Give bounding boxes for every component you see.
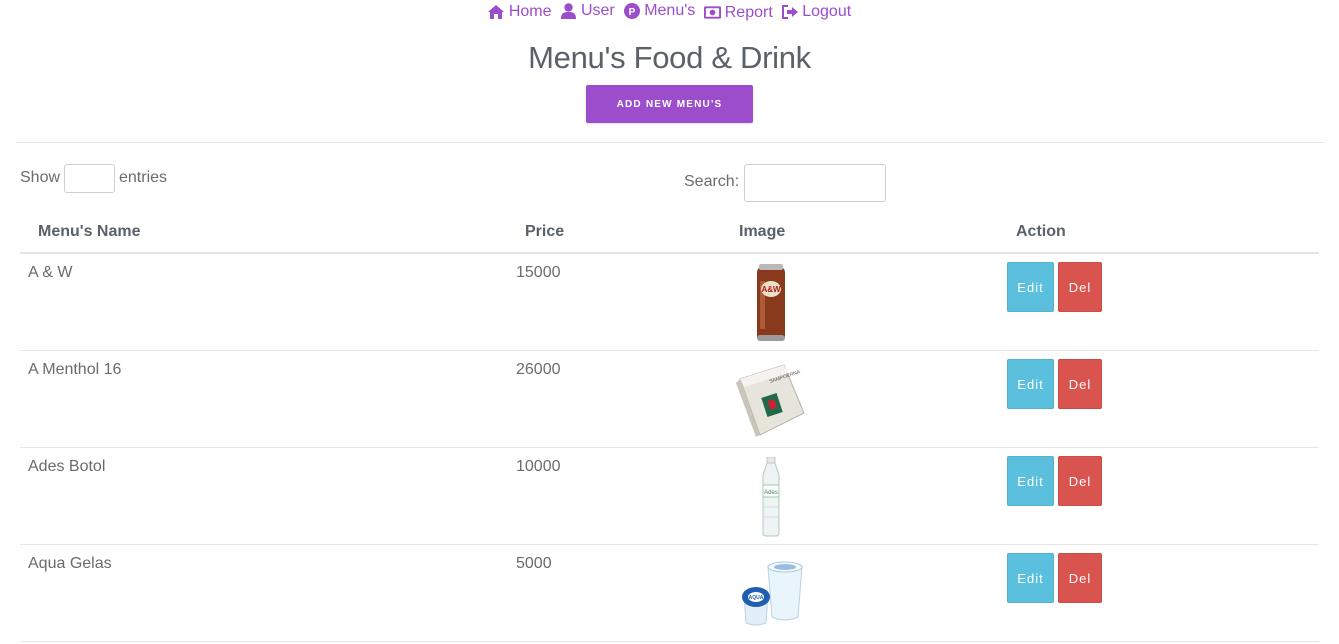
menu-name: A Menthol 16 <box>28 361 122 378</box>
add-new-menu-button[interactable]: ADD NEW MENU'S <box>586 85 753 123</box>
nav-menus-label: Menu's <box>644 2 696 19</box>
menu-name: Ades Botol <box>28 458 106 475</box>
menu-price: 26000 <box>516 361 561 378</box>
delete-button[interactable]: Del <box>1058 359 1102 409</box>
table-row: A & W 15000 A&W Edit Del <box>20 254 1319 351</box>
can-drink-image: A&W <box>726 262 816 344</box>
logout-icon <box>781 4 798 21</box>
nav-user[interactable]: User <box>560 2 615 20</box>
nav-report-label: Report <box>724 3 773 21</box>
entries-select[interactable] <box>64 164 115 193</box>
edit-button[interactable]: Edit <box>1007 262 1054 312</box>
edit-button[interactable]: Edit <box>1007 553 1054 603</box>
svg-text:P: P <box>628 7 635 18</box>
edit-button[interactable]: Edit <box>1007 359 1054 409</box>
delete-button[interactable]: Del <box>1058 262 1102 312</box>
search-input[interactable] <box>744 164 886 202</box>
nav-home[interactable]: Home <box>488 3 552 21</box>
water-bottle-image: Ades <box>726 456 816 538</box>
column-header-name[interactable]: Menu's Name <box>38 223 141 241</box>
nav-report[interactable]: Report <box>703 3 773 22</box>
header-divider <box>16 142 1324 143</box>
svg-text:AQUA: AQUA <box>749 595 764 601</box>
water-cup-image: AQUA <box>726 553 816 635</box>
menu-price: 10000 <box>516 458 561 475</box>
top-nav: Home User P Menu's Report Logout <box>0 2 1339 24</box>
menu-name: Aqua Gelas <box>28 555 112 572</box>
search-label: Search: <box>684 173 740 190</box>
svg-text:A&W: A&W <box>761 285 781 294</box>
svg-text:Ades: Ades <box>764 490 778 496</box>
menu-price: 5000 <box>516 555 552 572</box>
user-icon <box>560 3 577 20</box>
nav-home-label: Home <box>508 3 552 20</box>
column-header-action[interactable]: Action <box>1016 223 1066 241</box>
delete-button[interactable]: Del <box>1058 553 1102 603</box>
home-icon <box>488 4 505 21</box>
entries-label: entries <box>119 169 168 186</box>
menu-name: A & W <box>28 264 73 281</box>
column-header-price[interactable]: Price <box>525 223 564 241</box>
parking-circle-icon: P <box>623 3 640 20</box>
nav-user-label: User <box>580 2 615 19</box>
table-row: A Menthol 16 26000 SAMPOERNA Edit Del <box>20 351 1319 448</box>
nav-logout-label: Logout <box>802 3 852 20</box>
edit-button[interactable]: Edit <box>1007 456 1054 506</box>
show-label: Show <box>20 169 61 186</box>
money-bill-icon <box>703 4 721 21</box>
delete-button[interactable]: Del <box>1058 456 1102 506</box>
nav-menus[interactable]: P Menu's <box>623 2 695 20</box>
menu-price: 15000 <box>516 264 561 281</box>
table-row: Aqua Gelas 5000 AQUA Edit Del <box>20 545 1319 642</box>
nav-logout[interactable]: Logout <box>781 3 851 21</box>
column-header-image[interactable]: Image <box>739 223 785 241</box>
table-row: Ades Botol 10000 Ades Edit Del <box>20 448 1319 545</box>
cigarette-pack-image: SAMPOERNA <box>726 359 816 441</box>
page-title: Menu's Food & Drink <box>528 40 811 75</box>
